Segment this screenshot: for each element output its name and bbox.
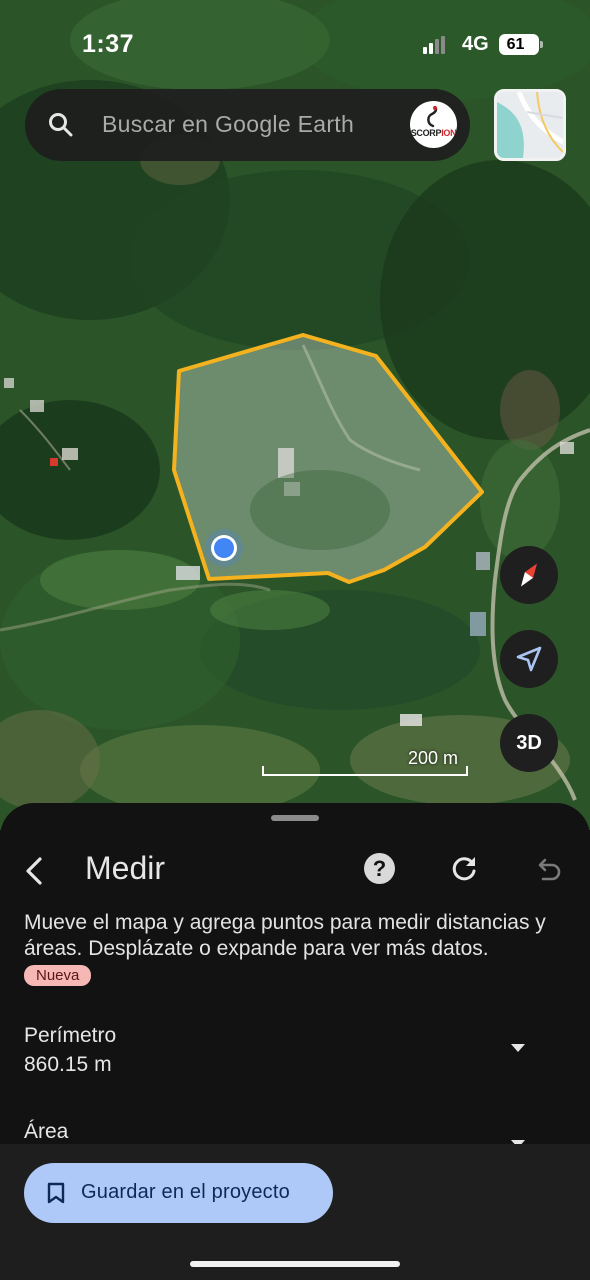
network-type: 4G <box>462 33 489 55</box>
map-layers-button[interactable] <box>494 89 566 161</box>
perimeter-expand-icon[interactable] <box>510 1043 526 1053</box>
search-bar[interactable]: Buscar en Google Earth SCORPION <box>25 89 470 161</box>
compass-icon <box>520 563 538 587</box>
sheet-footer: Guardar en el proyecto <box>0 1144 590 1280</box>
measure-description: Mueve el mapa y agrega puntos para medir… <box>24 911 546 960</box>
map-scale: 200 m <box>262 748 468 778</box>
home-indicator[interactable] <box>190 1261 400 1267</box>
minimap-thumbnail-icon <box>497 92 563 158</box>
undo-button[interactable] <box>533 855 563 885</box>
search-input[interactable]: Buscar en Google Earth <box>102 111 354 138</box>
account-avatar[interactable]: SCORPION <box>410 101 457 148</box>
my-location-button[interactable] <box>500 630 558 688</box>
save-to-project-button[interactable]: Guardar en el proyecto <box>24 1163 333 1223</box>
bookmark-icon <box>47 1182 65 1204</box>
satellite-map[interactable]: 1:37 4G 61 Buscar en Google Earth SCORPI… <box>0 0 590 830</box>
avatar-brand-text: SCORPION <box>410 128 457 138</box>
reset-button[interactable] <box>448 853 480 885</box>
new-badge: Nueva <box>24 965 92 986</box>
perimeter-label: Perímetro <box>24 1024 117 1047</box>
save-button-label: Guardar en el proyecto <box>81 1181 290 1203</box>
battery-icon: 61 <box>499 34 543 55</box>
back-button[interactable] <box>18 851 52 891</box>
toggle-3d-button[interactable]: 3D <box>500 714 558 772</box>
scorpion-logo-icon <box>427 106 438 128</box>
compass-button[interactable] <box>500 546 558 604</box>
search-icon[interactable] <box>47 111 75 139</box>
help-button[interactable]: ? <box>364 853 395 884</box>
help-icon: ? <box>372 856 387 881</box>
sheet-title: Medir <box>85 850 166 886</box>
battery-level: 61 <box>506 36 525 53</box>
signal-strength-icon <box>423 36 445 54</box>
navigation-arrow-icon <box>516 646 542 672</box>
perimeter-value: 860.15 m <box>24 1053 112 1076</box>
area-label: Área <box>24 1120 69 1143</box>
status-bar: 1:37 4G 61 <box>0 28 590 62</box>
scale-label: 200 m <box>407 748 458 768</box>
sheet-drag-handle[interactable] <box>271 815 319 821</box>
status-time: 1:37 <box>82 30 135 58</box>
